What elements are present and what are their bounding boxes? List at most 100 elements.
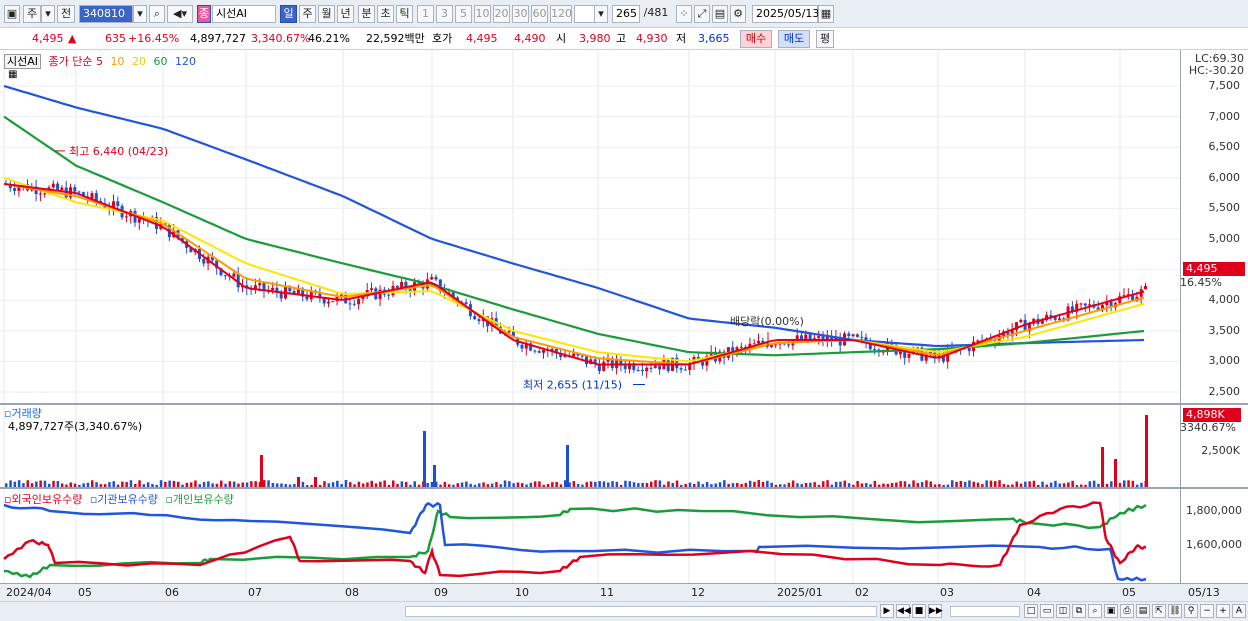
up-triangle-icon: ▲ [68,32,77,45]
plus-icon[interactable]: + [1216,604,1230,618]
prev-button[interactable]: 전 [57,5,75,23]
minus-icon[interactable]: − [1200,604,1214,618]
tab-year[interactable]: 년 [337,5,354,23]
candle-body [653,365,657,368]
scroll-bar[interactable]: ▶ ◀◀ ■ ▶▶ □ ▭ ◫ ⧉ ⌕ ▣ ⎙ ▤ ⇱ ⛓ ⚲ − + A [0,601,1248,621]
window-icon[interactable]: ▣ [4,5,20,23]
code-dropdown-icon[interactable]: ▾ [133,5,147,23]
total-count: /481 [643,6,669,19]
candle-body [1058,318,1061,320]
legend-foreign: ▫외국인보유수량 [4,493,83,506]
window-icon-2[interactable]: ▣ [1104,604,1118,618]
code-input[interactable]: 340810 [79,5,133,23]
calendar-icon[interactable]: ▦ [818,5,834,23]
layout-icon-2[interactable]: ▭ [1040,604,1054,618]
layout-icon-3[interactable]: ◫ [1056,604,1070,618]
rewind-icon[interactable]: ◀◀ [896,604,911,618]
ma-10: 10 [110,55,125,68]
x-label: 07 [248,586,262,599]
volume-bar [912,480,915,487]
price-y-label: 7,500 [1208,79,1241,92]
interval-30[interactable]: 30 [512,5,529,23]
price-y-label: 6,000 [1208,170,1241,184]
date-input[interactable]: 2025/05/13 [752,5,819,23]
candle-body [464,302,468,305]
ma-120: 120 [175,55,196,68]
candle-body [572,353,576,357]
volume-bar [138,480,141,487]
candle-body [1144,286,1147,290]
speaker-icon[interactable]: ◀▾ [167,5,193,23]
tab-day[interactable]: 일 [280,5,297,23]
volume-spike [566,445,569,487]
grid-icon[interactable]: ⁘ [676,5,692,23]
volume-chart[interactable] [0,405,1180,505]
price-y-label: 2,500 [1208,385,1241,398]
tab-week[interactable]: 주 [299,5,316,23]
copy-icon[interactable]: ⧉ [1072,604,1086,618]
candle-body [683,369,687,371]
layout-icon-1[interactable]: □ [1024,604,1038,618]
candle-body [43,193,47,195]
candle-body [507,331,511,333]
interval-5[interactable]: 5 [455,5,472,23]
count-input[interactable]: 265 [612,5,640,23]
table-icon[interactable]: ▦ [8,69,17,80]
candle-body [658,365,662,370]
volume-panel[interactable]: ▫거래량 4,897,727주(3,340.67%) [0,405,1180,505]
image-icon[interactable]: ▤ [1136,604,1150,618]
panel-title: 시선AI 종가 단순 5 10 20 60 120 [4,53,196,69]
tab-minute[interactable]: 분 [358,5,375,23]
interval-3[interactable]: 3 [436,5,453,23]
scroll-right-icon[interactable]: ▶ [880,604,894,618]
candle-body [787,344,791,346]
eval-button[interactable]: 평 [816,30,834,48]
stop-icon[interactable]: ■ [912,604,926,618]
buy-button[interactable]: 매수 [740,30,772,48]
search-zoom-icon[interactable]: ⚲ [1184,604,1198,618]
interval-1[interactable]: 1 [417,5,434,23]
candle-body [636,369,640,371]
draw-icon[interactable]: ⤢ [694,5,710,23]
current-pct: 16.45% [1180,276,1222,289]
scroll-track[interactable] [405,606,877,617]
save-icon[interactable]: ▤ [712,5,728,23]
interval-60[interactable]: 60 [531,5,548,23]
interval-10[interactable]: 10 [474,5,491,23]
sell-button[interactable]: 매도 [778,30,810,48]
chevron-down-icon[interactable]: ▾ [41,5,55,23]
settings-gear-icon[interactable]: ⚙ [730,5,746,23]
tab-tick[interactable]: 틱 [396,5,413,23]
price-panel[interactable]: 최고 6,440 (04/23) 최저 2,655 (11/15) 배당락(0.00… [0,50,1180,403]
candle-body [305,296,309,300]
x-label: 05 [1122,586,1136,599]
volume-bar [344,480,348,487]
candle-body [860,336,864,338]
candle-body [370,288,373,290]
export-icon[interactable]: ⇱ [1152,604,1166,618]
link-icon[interactable]: ⛓ [1168,604,1182,618]
stock-type-icon: 종 [197,5,211,23]
stock-name-field[interactable]: 시선AI [212,5,276,23]
fast-forward-icon[interactable]: ▶▶ [928,604,943,618]
holdings-panel[interactable]: ▫외국인보유수량 ▫기관보유수량 ▫개인보유수량 [0,489,1180,589]
ma-legend: 종가 단순 [48,55,93,68]
candle-body [1083,303,1087,306]
tab-second[interactable]: 초 [377,5,394,23]
print-icon[interactable]: ⎙ [1120,604,1134,618]
interval-20[interactable]: 20 [493,5,510,23]
price-chart[interactable]: 최고 6,440 (04/23) 최저 2,655 (11/15) 배당락(0.00… [0,50,1180,403]
interval-120[interactable]: 120 [550,5,572,23]
zoom-icon[interactable]: ⌕ [1088,604,1102,618]
interval-dropdown-icon[interactable]: ▾ [594,5,608,23]
period-select[interactable]: 주 [23,5,41,23]
tab-month[interactable]: 월 [318,5,335,23]
text-icon[interactable]: A [1232,604,1246,618]
candle-body [645,367,649,372]
volume-bar [985,480,988,487]
search-icon[interactable]: ⌕ [149,5,165,23]
zoom-slider[interactable] [950,606,1020,617]
volume-value: 4,897,727 [190,32,246,45]
candle-body [855,334,859,337]
candle-body [56,183,60,191]
